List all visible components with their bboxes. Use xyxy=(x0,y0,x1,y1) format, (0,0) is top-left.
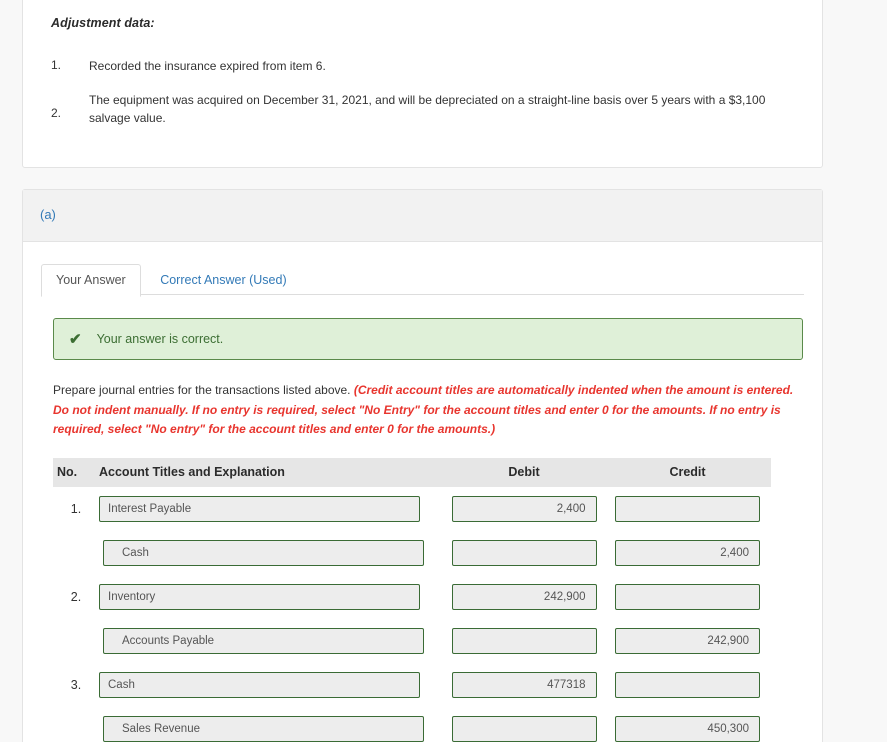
credit-amount-input[interactable] xyxy=(615,495,760,522)
list-item-number: 1. xyxy=(51,58,62,72)
list-item-text: Recorded the insurance expired from item… xyxy=(89,59,326,73)
entry-number: 1. xyxy=(70,501,82,516)
account-title-input[interactable]: Cash xyxy=(103,539,424,566)
account-title-input[interactable]: Inventory xyxy=(99,583,420,610)
debit-amount-input[interactable]: 477318 xyxy=(451,671,597,698)
credit-amount-input[interactable]: 2,400 xyxy=(615,539,760,566)
debit-amount-input[interactable]: 2,400 xyxy=(451,495,597,522)
column-header-account-titles: Account Titles and Explanation xyxy=(99,465,285,479)
table-row: Cash 2,400 xyxy=(53,531,771,575)
answer-correct-alert: ✔ Your answer is correct. xyxy=(53,318,803,360)
debit-amount-input[interactable] xyxy=(451,627,597,654)
list-item-text: The equipment was acquired on December 3… xyxy=(89,93,766,125)
list-item: 2. The equipment was acquired on Decembe… xyxy=(51,91,792,127)
table-header-row: No. Account Titles and Explanation Debit… xyxy=(53,457,771,487)
journal-entry-table: No. Account Titles and Explanation Debit… xyxy=(53,457,771,742)
section-letter: (a) xyxy=(40,207,56,222)
table-row: Sales Revenue 450,300 xyxy=(53,707,771,742)
column-header-debit: Debit xyxy=(508,465,540,479)
tab-correct-answer[interactable]: Correct Answer (Used) xyxy=(145,264,301,297)
debit-amount-input[interactable] xyxy=(451,539,597,566)
instructions-text: Prepare journal entries for the transact… xyxy=(53,381,808,440)
credit-amount-input[interactable]: 242,900 xyxy=(615,627,760,654)
account-title-input[interactable]: Cash xyxy=(99,671,420,698)
account-title-input[interactable]: Sales Revenue xyxy=(103,715,424,742)
table-row: 3. Cash 477318 xyxy=(53,663,771,707)
column-header-no: No. xyxy=(57,465,78,479)
table-row: 1. Interest Payable 2,400 xyxy=(53,487,771,531)
entry-number: 2. xyxy=(70,589,82,604)
debit-amount-input[interactable]: 242,900 xyxy=(451,583,597,610)
adjustment-data-list: 1. Recorded the insurance expired from i… xyxy=(51,57,792,143)
credit-amount-input[interactable] xyxy=(615,671,760,698)
instructions-lead: Prepare journal entries for the transact… xyxy=(53,383,354,397)
table-row: Accounts Payable 242,900 xyxy=(53,619,771,663)
question-part-a-card: (a) Your Answer Correct Answer (Used) ✔ … xyxy=(22,189,823,742)
adjustment-data-card: Adjustment data: 1. Recorded the insuran… xyxy=(22,0,823,168)
tab-your-answer[interactable]: Your Answer xyxy=(41,264,141,297)
list-item-number: 2. xyxy=(51,106,62,120)
account-title-input[interactable]: Interest Payable xyxy=(99,495,420,522)
page-root: Adjustment data: 1. Recorded the insuran… xyxy=(0,0,887,742)
column-header-credit: Credit xyxy=(669,465,706,479)
check-icon: ✔ xyxy=(69,330,82,348)
answer-tabs: Your Answer Correct Answer (Used) xyxy=(41,263,804,297)
adjustment-data-heading: Adjustment data: xyxy=(51,16,155,30)
credit-amount-input[interactable]: 450,300 xyxy=(615,715,760,742)
entry-number: 3. xyxy=(70,677,82,692)
debit-amount-input[interactable] xyxy=(451,715,597,742)
account-title-input[interactable]: Accounts Payable xyxy=(103,627,424,654)
list-item: 1. Recorded the insurance expired from i… xyxy=(51,57,792,75)
credit-amount-input[interactable] xyxy=(615,583,760,610)
alert-message: Your answer is correct. xyxy=(96,332,224,346)
section-header: (a) xyxy=(23,190,822,242)
table-row: 2. Inventory 242,900 xyxy=(53,575,771,619)
